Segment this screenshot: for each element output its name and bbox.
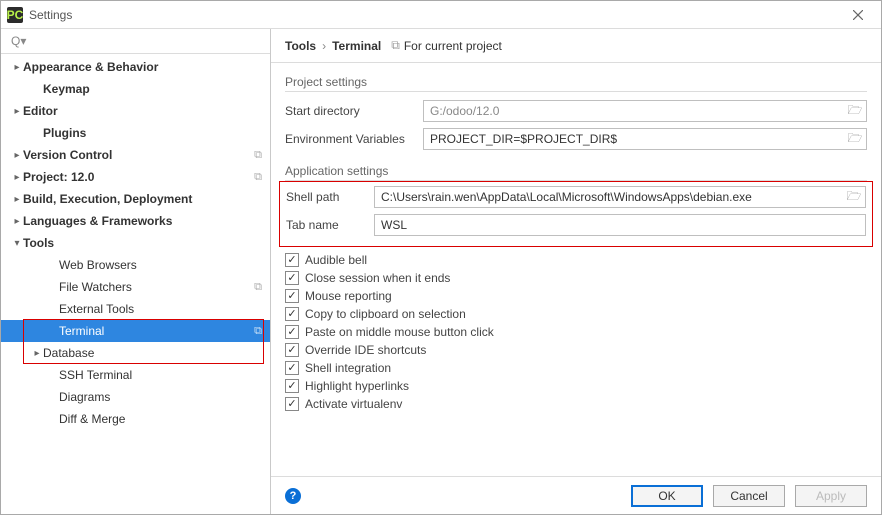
highlight-annotation: Shell path 🗁 Tab name: [279, 181, 873, 247]
tree-build[interactable]: ▸Build, Execution, Deployment: [1, 188, 270, 210]
project-settings-section: Project settings Start directory 🗁 Envir…: [285, 75, 867, 150]
chevron-right-icon: ▸: [11, 150, 23, 161]
cancel-button[interactable]: Cancel: [713, 485, 785, 507]
apply-button[interactable]: Apply: [795, 485, 867, 507]
project-scope-icon: ⧉: [391, 38, 400, 53]
ok-button[interactable]: OK: [631, 485, 703, 507]
chevron-right-icon: ▸: [11, 194, 23, 205]
tree-project[interactable]: ▸Project: 12.0⧉: [1, 166, 270, 188]
start-directory-label: Start directory: [285, 104, 413, 118]
env-vars-label: Environment Variables: [285, 132, 413, 146]
app-icon: PC: [7, 7, 23, 23]
tree-ssh-terminal[interactable]: SSH Terminal: [1, 364, 270, 386]
sidebar: Q▾ ▸Appearance & Behavior Keymap ▸Editor…: [1, 29, 271, 514]
start-directory-field: 🗁: [423, 100, 867, 122]
edit-env-icon[interactable]: 🗁: [844, 129, 866, 149]
chevron-right-icon: ▸: [11, 172, 23, 183]
checkbox-close-session[interactable]: [285, 271, 299, 285]
chevron-right-icon: ▸: [11, 62, 23, 73]
tab-name-input[interactable]: [375, 218, 865, 232]
section-title: Application settings: [285, 164, 867, 181]
project-scope-icon: ⧉: [254, 149, 262, 162]
tree-appearance[interactable]: ▸Appearance & Behavior: [1, 56, 270, 78]
settings-dialog: PC Settings Q▾ ▸Appearance & Behavior Ke…: [0, 0, 882, 515]
tree-version-control[interactable]: ▸Version Control⧉: [1, 144, 270, 166]
tree-diff-merge[interactable]: Diff & Merge: [1, 408, 270, 430]
search-input[interactable]: [26, 33, 264, 49]
tree-tools[interactable]: ▾Tools: [1, 232, 270, 254]
tab-name-field: [374, 214, 866, 236]
window-title: Settings: [29, 8, 72, 22]
shell-path-input[interactable]: [375, 190, 843, 204]
start-directory-input[interactable]: [424, 104, 844, 118]
application-settings-section: Application settings Shell path 🗁 Tab na…: [285, 164, 867, 411]
env-vars-field: 🗁: [423, 128, 867, 150]
tree-web-browsers[interactable]: Web Browsers: [1, 254, 270, 276]
section-title: Project settings: [285, 75, 867, 92]
chevron-down-icon: ▾: [11, 238, 23, 249]
checkbox-shell-integration[interactable]: [285, 361, 299, 375]
chevron-right-icon: ▸: [31, 348, 43, 359]
chevron-right-icon: ›: [322, 39, 326, 53]
browse-folder-icon[interactable]: 🗁: [843, 187, 865, 207]
shell-path-label: Shell path: [286, 190, 364, 204]
chevron-right-icon: ▸: [11, 106, 23, 117]
checkbox-mouse-reporting[interactable]: [285, 289, 299, 303]
breadcrumb-row: Tools › Terminal ⧉ For current project: [271, 29, 881, 63]
breadcrumb: Tools › Terminal: [285, 39, 381, 53]
for-current-project-label: ⧉ For current project: [391, 38, 502, 53]
tree-database[interactable]: ▸Database: [1, 342, 270, 364]
checkbox-override-ide[interactable]: [285, 343, 299, 357]
checkbox-highlight-hyperlinks[interactable]: [285, 379, 299, 393]
settings-tree: ▸Appearance & Behavior Keymap ▸Editor Pl…: [1, 54, 270, 514]
close-button[interactable]: [841, 4, 875, 26]
tree-diagrams[interactable]: Diagrams: [1, 386, 270, 408]
tab-name-label: Tab name: [286, 218, 364, 232]
search-row: Q▾: [1, 29, 270, 54]
shell-path-field: 🗁: [374, 186, 866, 208]
titlebar: PC Settings: [1, 1, 881, 29]
checkbox-copy-clipboard[interactable]: [285, 307, 299, 321]
search-icon: Q▾: [11, 34, 26, 48]
tree-external-tools[interactable]: External Tools: [1, 298, 270, 320]
tree-file-watchers[interactable]: File Watchers⧉: [1, 276, 270, 298]
tree-plugins[interactable]: Plugins: [1, 122, 270, 144]
project-scope-icon: ⧉: [254, 325, 262, 338]
chevron-right-icon: ▸: [11, 216, 23, 227]
tree-languages[interactable]: ▸Languages & Frameworks: [1, 210, 270, 232]
tree-terminal[interactable]: Terminal⧉: [1, 320, 270, 342]
checkbox-paste-middle[interactable]: [285, 325, 299, 339]
main-panel: Tools › Terminal ⧉ For current project P…: [271, 29, 881, 514]
tree-keymap[interactable]: Keymap: [1, 78, 270, 100]
project-scope-icon: ⧉: [254, 171, 262, 184]
tree-editor[interactable]: ▸Editor: [1, 100, 270, 122]
checkbox-activate-virtualenv[interactable]: [285, 397, 299, 411]
content: Project settings Start directory 🗁 Envir…: [271, 63, 881, 476]
browse-folder-icon[interactable]: 🗁: [844, 101, 866, 121]
env-vars-input[interactable]: [424, 132, 844, 146]
project-scope-icon: ⧉: [254, 281, 262, 294]
checkbox-audible-bell[interactable]: [285, 253, 299, 267]
button-bar: ? OK Cancel Apply: [271, 476, 881, 514]
help-button[interactable]: ?: [285, 488, 301, 504]
